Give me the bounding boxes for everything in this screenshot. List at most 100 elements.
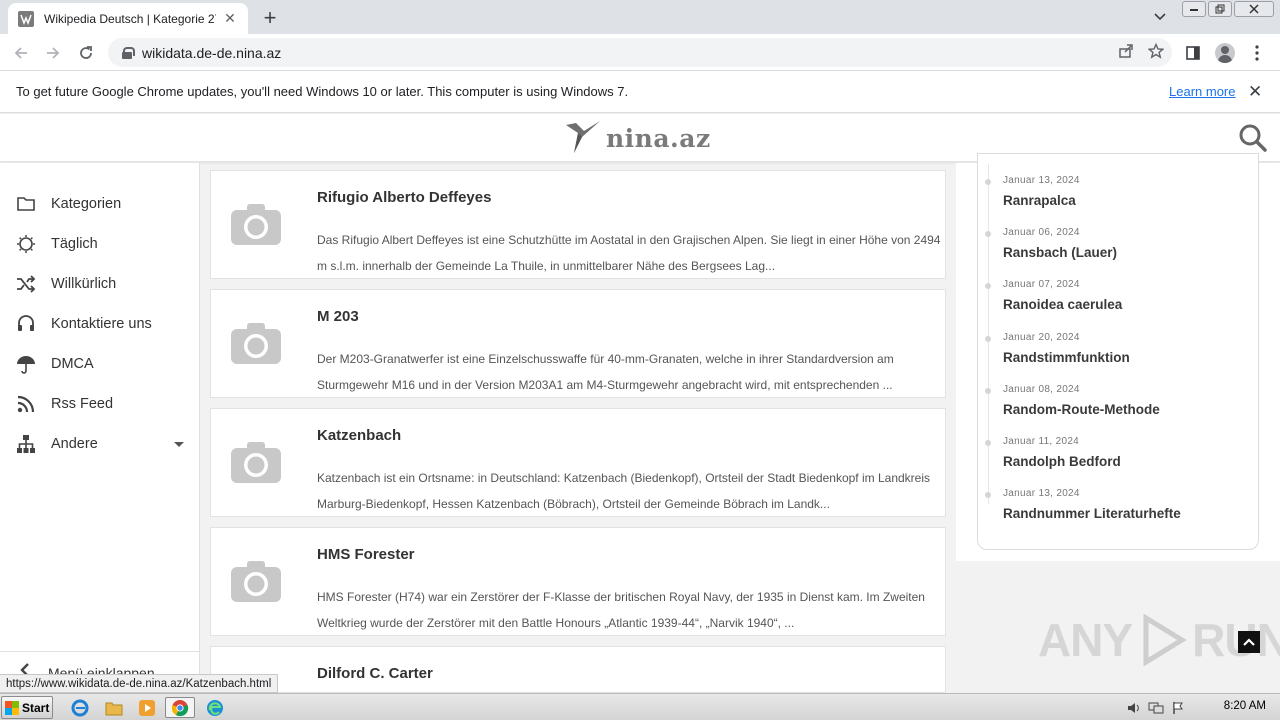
chrome-menu-icon[interactable] bbox=[1244, 40, 1270, 66]
umbrella-icon bbox=[16, 354, 36, 374]
recent-item[interactable]: Januar 06, 2024 Ransbach (Lauer) bbox=[985, 227, 1253, 260]
logo-text: nina.az bbox=[606, 123, 711, 153]
tab-search-icon[interactable] bbox=[1150, 8, 1170, 26]
file-explorer-icon[interactable] bbox=[102, 697, 126, 718]
network-icon[interactable] bbox=[1148, 701, 1164, 715]
update-infobar: To get future Google Chrome updates, you… bbox=[0, 71, 1280, 113]
internet-explorer-icon[interactable] bbox=[68, 697, 92, 718]
chevron-up-icon bbox=[1243, 638, 1255, 646]
timeline-dot bbox=[985, 179, 991, 185]
shuffle-icon bbox=[16, 274, 36, 294]
search-icon[interactable] bbox=[1238, 123, 1268, 153]
side-panel-icon[interactable] bbox=[1180, 40, 1206, 66]
start-button[interactable]: Start bbox=[1, 696, 53, 719]
recent-date: Januar 13, 2024 bbox=[1003, 175, 1080, 186]
recent-articles-box: Januar 13, 2024 Ranrapalca Januar 06, 20… bbox=[977, 153, 1259, 550]
tab-close-icon[interactable]: ✕ bbox=[222, 10, 238, 27]
infobar-message: To get future Google Chrome updates, you… bbox=[16, 84, 629, 99]
address-bar[interactable]: wikidata.de-de.nina.az bbox=[108, 38, 1172, 67]
lock-icon[interactable] bbox=[122, 46, 135, 59]
profile-avatar[interactable] bbox=[1212, 40, 1238, 66]
article-title[interactable]: Dilford C. Carter bbox=[317, 665, 433, 682]
edge-icon[interactable] bbox=[203, 697, 227, 718]
wikipedia-favicon-icon bbox=[18, 10, 34, 27]
sidebar-item-taeglich[interactable]: Täglich bbox=[0, 224, 200, 264]
recent-date: Januar 07, 2024 bbox=[1003, 279, 1080, 290]
learn-more-link[interactable]: Learn more bbox=[1169, 84, 1235, 99]
forward-icon[interactable] bbox=[40, 40, 66, 66]
action-center-flag-icon[interactable] bbox=[1170, 701, 1186, 715]
headset-icon bbox=[16, 314, 36, 334]
recent-articles-panel: Januar 13, 2024 Ranrapalca Januar 06, 20… bbox=[956, 153, 1280, 561]
sidebar-item-rss[interactable]: Rss Feed bbox=[0, 384, 200, 424]
folder-icon bbox=[16, 194, 36, 214]
recent-title[interactable]: Ranoidea caerulea bbox=[1003, 297, 1253, 312]
chevron-down-icon bbox=[174, 442, 184, 447]
recent-title[interactable]: Ranrapalca bbox=[1003, 193, 1253, 208]
start-label: Start bbox=[22, 700, 50, 715]
site-logo[interactable]: nina.az bbox=[564, 114, 711, 162]
back-icon[interactable] bbox=[8, 40, 34, 66]
sun-icon bbox=[16, 234, 36, 254]
recent-item[interactable]: Januar 11, 2024 Randolph Bedford bbox=[985, 436, 1253, 469]
profile-icon bbox=[1215, 43, 1235, 63]
tab-title: Wikipedia Deutsch | Kategorie 277 | bbox=[44, 11, 216, 26]
media-player-icon[interactable] bbox=[135, 697, 159, 718]
timeline-dot bbox=[985, 231, 991, 237]
infobar-close-icon[interactable]: ✕ bbox=[1248, 82, 1262, 102]
recent-date: Januar 11, 2024 bbox=[1003, 436, 1080, 447]
article-title[interactable]: M 203 bbox=[317, 308, 359, 325]
timeline-dot bbox=[985, 440, 991, 446]
sidebar-item-label: Andere bbox=[51, 436, 98, 452]
sidebar-item-label: Kontaktiere uns bbox=[51, 316, 152, 332]
chrome-taskbar-icon[interactable] bbox=[165, 697, 195, 718]
windows-logo-icon bbox=[5, 700, 19, 715]
sidebar-item-dmca[interactable]: DMCA bbox=[0, 344, 200, 384]
recent-item[interactable]: Januar 13, 2024 Randnummer Literaturheft… bbox=[985, 488, 1253, 521]
sidebar-item-label: Rss Feed bbox=[51, 396, 114, 412]
recent-item[interactable]: Januar 07, 2024 Ranoidea caerulea bbox=[985, 279, 1253, 312]
url-text[interactable]: wikidata.de-de.nina.az bbox=[142, 45, 281, 61]
recent-item[interactable]: Januar 20, 2024 Randstimmfunktion bbox=[985, 332, 1253, 365]
sidebar-item-kategorien[interactable]: Kategorien bbox=[0, 184, 200, 224]
article-card[interactable]: Rifugio Alberto Deffeyes Das Rifugio Alb… bbox=[210, 170, 946, 279]
sidebar-item-kontakt[interactable]: Kontaktiere uns bbox=[0, 304, 200, 344]
article-title[interactable]: HMS Forester bbox=[317, 546, 415, 563]
article-title[interactable]: Rifugio Alberto Deffeyes bbox=[317, 189, 491, 206]
recent-title[interactable]: Ransbach (Lauer) bbox=[1003, 245, 1253, 260]
sidebar-item-willkuerlich[interactable]: Willkürlich bbox=[0, 264, 200, 304]
timeline-dot bbox=[985, 336, 991, 342]
reload-icon[interactable] bbox=[73, 40, 99, 66]
browser-toolbar: wikidata.de-de.nina.az bbox=[0, 34, 1280, 71]
recent-item[interactable]: Januar 08, 2024 Random-Route-Methode bbox=[985, 384, 1253, 417]
nina-bird-logo-icon bbox=[566, 121, 600, 153]
window-close-icon[interactable] bbox=[1234, 1, 1274, 17]
recent-title[interactable]: Randolph Bedford bbox=[1003, 454, 1253, 469]
volume-icon[interactable] bbox=[1126, 701, 1142, 715]
bookmark-star-icon[interactable] bbox=[1147, 42, 1165, 63]
sidebar-item-andere[interactable]: Andere bbox=[0, 424, 200, 464]
restore-icon[interactable] bbox=[1208, 1, 1232, 17]
recent-title[interactable]: Randnummer Literaturhefte bbox=[1003, 506, 1253, 521]
article-title[interactable]: Katzenbach bbox=[317, 427, 401, 444]
scroll-to-top-button[interactable] bbox=[1238, 631, 1260, 653]
recent-date: Januar 08, 2024 bbox=[1003, 384, 1080, 395]
recent-title[interactable]: Random-Route-Methode bbox=[1003, 402, 1253, 417]
article-card[interactable]: HMS Forester HMS Forester (H74) war ein … bbox=[210, 527, 946, 636]
recent-item[interactable]: Januar 13, 2024 Ranrapalca bbox=[985, 175, 1253, 208]
article-card[interactable]: Katzenbach Katzenbach ist ein Ortsname: … bbox=[210, 408, 946, 517]
minimize-icon[interactable] bbox=[1182, 1, 1206, 17]
sidebar-item-label: Täglich bbox=[51, 236, 98, 252]
sidebar-item-label: DMCA bbox=[51, 356, 94, 372]
article-card[interactable]: M 203 Der M203-Granatwerfer ist eine Ein… bbox=[210, 289, 946, 398]
timeline-dot bbox=[985, 492, 991, 498]
article-excerpt: Der M203-Granatwerfer ist eine Einzelsch… bbox=[317, 352, 894, 392]
article-excerpt: HMS Forester (H74) war ein Zerstörer der… bbox=[317, 590, 925, 630]
timeline-dot bbox=[985, 388, 991, 394]
article-card[interactable]: Dilford C. Carter bbox=[210, 646, 946, 693]
recent-title[interactable]: Randstimmfunktion bbox=[1003, 350, 1253, 365]
browser-tab[interactable]: Wikipedia Deutsch | Kategorie 277 | ✕ bbox=[8, 3, 248, 34]
camera-placeholder-icon bbox=[231, 323, 281, 364]
new-tab-button[interactable]: + bbox=[258, 5, 282, 30]
share-icon[interactable] bbox=[1118, 43, 1134, 63]
